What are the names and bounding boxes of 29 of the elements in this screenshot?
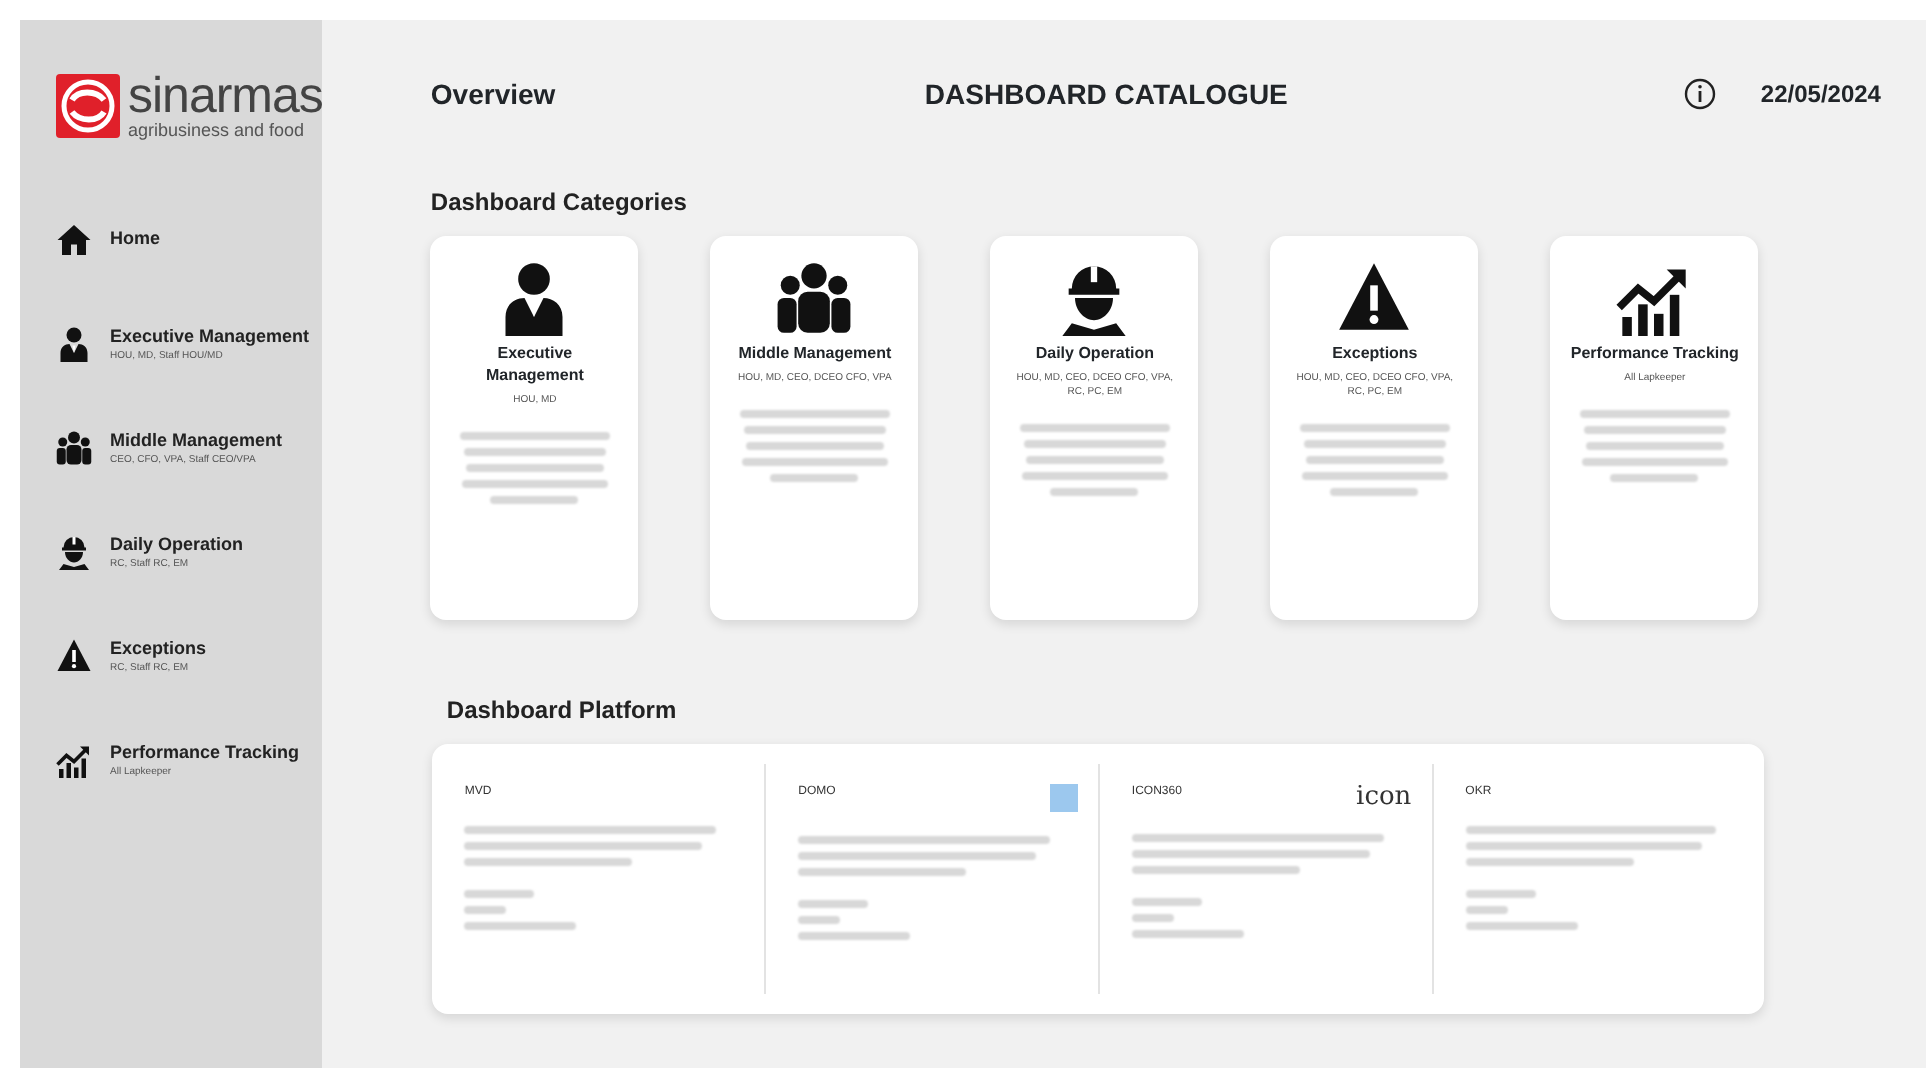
dashboard-title: DASHBOARD CATALOGUE — [924, 75, 1290, 113]
businessman-icon — [56, 326, 92, 362]
group-icon — [56, 430, 92, 466]
card-title: Performance Tracking — [1570, 344, 1739, 366]
logo-icon — [56, 74, 120, 138]
page-title: Overview — [430, 75, 558, 113]
card-title: Executive Management — [483, 344, 586, 388]
sidebar-item[interactable]: Daily Operation — [110, 531, 244, 558]
sidebar-item[interactable]: Performance Tracking — [110, 739, 300, 766]
growth-chart-icon — [56, 742, 92, 778]
brand-name: sinarmas — [128, 72, 323, 122]
platform-logo: icon — [1356, 784, 1412, 810]
section-heading: Dashboard Platform — [446, 694, 679, 728]
sidebar-item[interactable]: Exceptions — [110, 635, 207, 662]
brand-tagline: agribusiness and food — [128, 122, 307, 140]
sidebar-item[interactable]: Home — [110, 226, 161, 254]
sidebar-item[interactable]: Executive Management — [110, 323, 310, 350]
card-title: Middle Management — [738, 344, 892, 366]
warning-icon — [1336, 260, 1413, 336]
home-icon — [56, 222, 92, 258]
warning-icon — [56, 638, 92, 674]
card-title: Exceptions — [1332, 344, 1418, 366]
worker-icon — [56, 534, 92, 570]
group-icon — [776, 260, 853, 336]
logo-icon — [1049, 784, 1078, 812]
sidebar-item[interactable]: Middle Management — [110, 427, 283, 454]
date-label: 22/05/2024 — [1760, 78, 1881, 112]
card-title: Daily Operation — [1035, 344, 1154, 366]
section-heading: Dashboard Categories — [430, 186, 689, 220]
